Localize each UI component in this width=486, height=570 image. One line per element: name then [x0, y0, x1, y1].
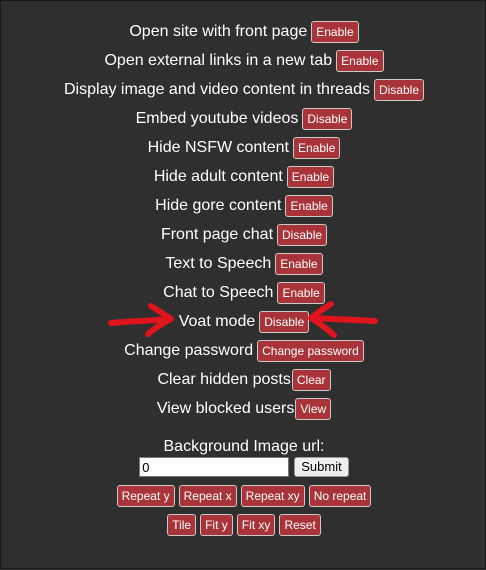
setting-row-change-password: Change password Change password [1, 336, 486, 365]
setting-row-front-page-chat: Front page chat Disable [1, 220, 486, 249]
front-page-chat-toggle-button[interactable]: Disable [277, 223, 328, 246]
hide-nsfw-toggle-button[interactable]: Enable [293, 136, 341, 159]
setting-label: Open site with front page [129, 22, 308, 40]
no-repeat-button[interactable]: No repeat [308, 484, 372, 507]
chat-to-speech-toggle-button[interactable]: Enable [277, 281, 325, 304]
open-front-page-toggle-button[interactable]: Enable [311, 20, 359, 43]
setting-label: Change password [124, 341, 254, 359]
tile-button[interactable]: Tile [167, 513, 197, 536]
repeat-buttons-row: Repeat y Repeat x Repeat xy No repeat [1, 481, 486, 510]
background-url-row: Submit [1, 456, 486, 478]
setting-row-voat-mode: Voat mode Disable [1, 307, 486, 336]
setting-label: Embed youtube videos [135, 109, 299, 127]
setting-row-open-front-page: Open site with front page Enable [1, 17, 486, 46]
hide-adult-toggle-button[interactable]: Enable [286, 165, 335, 188]
setting-label: Hide adult content [153, 167, 283, 185]
change-password-button[interactable]: Change password [257, 339, 364, 362]
setting-label: Hide NSFW content [147, 138, 289, 156]
setting-label: View blocked users [156, 399, 295, 417]
setting-row-text-to-speech: Text to Speech Enable [1, 249, 486, 278]
background-image-label: Background Image url: [163, 438, 325, 455]
fit-buttons-row: Tile Fit y Fit xy Reset [1, 510, 486, 539]
setting-label: Front page chat [160, 225, 274, 243]
text-to-speech-toggle-button[interactable]: Enable [275, 252, 323, 275]
embed-youtube-toggle-button[interactable]: Disable [302, 107, 353, 130]
settings-list: Open site with front page Enable Open ex… [1, 17, 486, 423]
setting-row-external-links: Open external links in a new tab Enable [1, 46, 486, 75]
setting-row-hide-nsfw: Hide NSFW content Enable [1, 133, 486, 162]
setting-label: Display image and video content in threa… [64, 80, 370, 98]
setting-row-blocked-users: View blocked users View [1, 394, 486, 423]
display-media-toggle-button[interactable]: Disable [373, 78, 424, 101]
setting-row-display-media: Display image and video content in threa… [1, 75, 486, 104]
background-image-section: Background Image url: Submit Repeat y Re… [1, 437, 486, 539]
clear-hidden-posts-button[interactable]: Clear [291, 368, 331, 391]
repeat-x-button[interactable]: Repeat x [178, 484, 237, 507]
setting-row-clear-hidden: Clear hidden posts Clear [1, 365, 486, 394]
setting-label: Hide gore content [155, 196, 282, 214]
setting-label: Chat to Speech [163, 283, 274, 301]
repeat-xy-button[interactable]: Repeat xy [240, 484, 305, 507]
setting-row-hide-gore: Hide gore content Enable [1, 191, 486, 220]
setting-row-embed-youtube: Embed youtube videos Disable [1, 104, 486, 133]
fit-y-button[interactable]: Fit y [200, 513, 233, 536]
view-blocked-users-button[interactable]: View [295, 397, 332, 420]
fit-xy-button[interactable]: Fit xy [236, 513, 276, 536]
setting-label: Voat mode [178, 312, 256, 330]
setting-label: Text to Speech [165, 254, 272, 272]
background-url-input[interactable] [139, 457, 290, 477]
submit-button[interactable]: Submit [294, 457, 349, 477]
reset-button[interactable]: Reset [279, 513, 321, 536]
voat-mode-toggle-button[interactable]: Disable [259, 310, 310, 333]
setting-row-hide-adult: Hide adult content Enable [1, 162, 486, 191]
external-links-toggle-button[interactable]: Enable [336, 49, 384, 72]
hide-gore-toggle-button[interactable]: Enable [285, 194, 333, 217]
setting-row-chat-to-speech: Chat to Speech Enable [1, 278, 486, 307]
setting-label: Open external links in a new tab [104, 51, 333, 69]
setting-label: Clear hidden posts [157, 370, 291, 388]
repeat-y-button[interactable]: Repeat y [116, 484, 175, 507]
